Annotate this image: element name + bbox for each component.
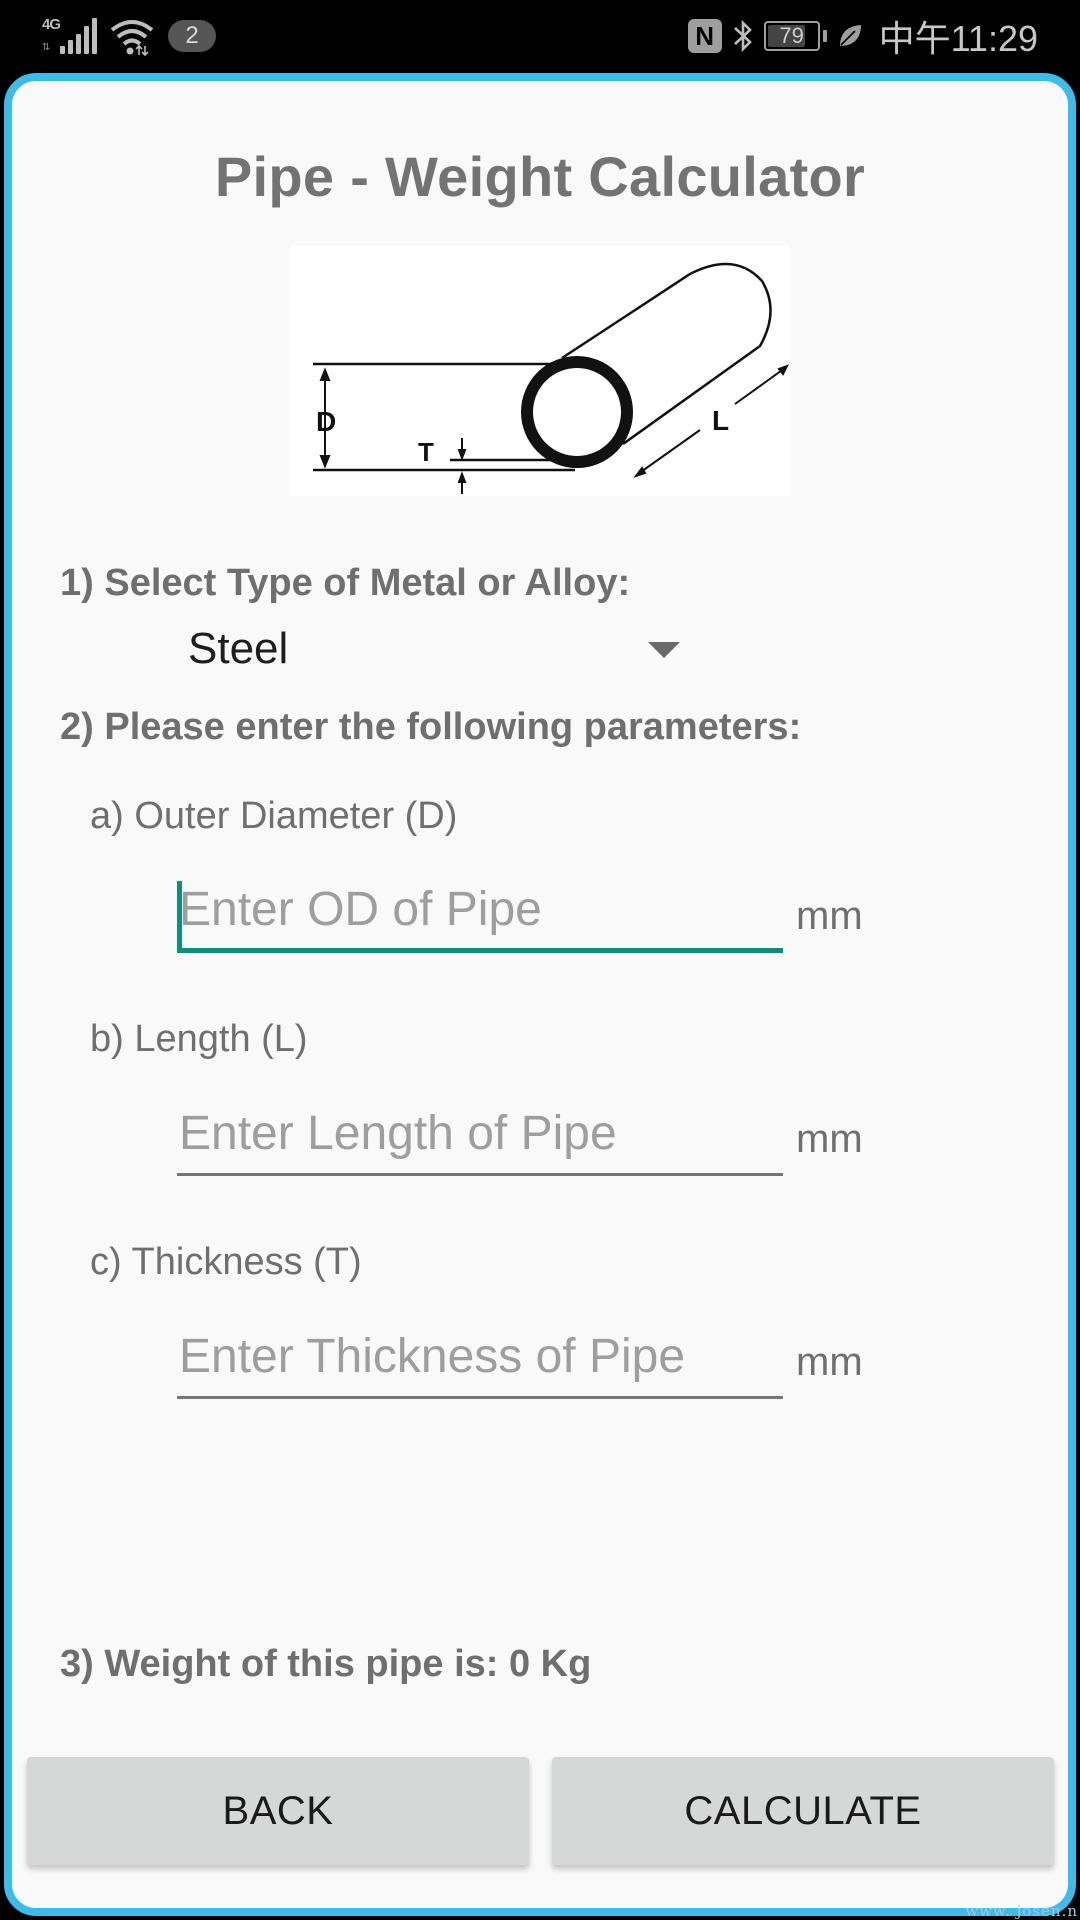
back-button[interactable]: BACK	[27, 1757, 529, 1865]
clock: 中午11:29	[878, 18, 1038, 59]
select-metal-label: 1) Select Type of Metal or Alloy:	[60, 562, 631, 604]
pipe-diagram: D T L	[290, 246, 790, 496]
selected-metal-value: Steel	[188, 624, 289, 673]
dropdown-arrow-icon	[648, 642, 680, 658]
thickness-input[interactable]	[177, 1323, 783, 1396]
watermark: www. josen.n	[965, 1902, 1078, 1920]
length-label: b) Length (L)	[90, 1018, 308, 1060]
bluetooth-icon	[733, 19, 752, 53]
outer-diameter-unit: mm	[796, 894, 863, 938]
data-activity-icon: ⇅	[42, 42, 51, 53]
length-unit: mm	[796, 1117, 863, 1161]
page-title: Pipe - Weight Calculator	[214, 145, 866, 208]
thickness-label: T	[418, 437, 434, 467]
nfc-icon: N	[687, 19, 722, 53]
power-saving-leaf-icon	[839, 25, 861, 46]
metal-type-dropdown[interactable]: Steel	[186, 620, 686, 680]
status-bar: 4G ⇅ 2 N 79 中午11:29	[0, 0, 1080, 72]
length-label: L	[712, 405, 729, 436]
battery-percent: 79	[779, 23, 804, 48]
length-input[interactable]	[177, 1100, 783, 1173]
thickness-unit: mm	[796, 1340, 863, 1384]
signal-bars	[60, 18, 97, 54]
notification-count-badge: 2	[168, 20, 216, 52]
thickness-field[interactable]	[177, 1323, 783, 1399]
outer-diameter-field[interactable]	[177, 877, 783, 953]
weight-result: 3) Weight of this pipe is: 0 Kg	[60, 1643, 592, 1685]
outer-diameter-label: a) Outer Diameter (D)	[90, 795, 458, 837]
pipe-cross-section	[521, 356, 633, 468]
wifi-icon	[110, 20, 154, 56]
outer-diameter-input[interactable]	[177, 877, 783, 948]
network-type-label: 4G	[42, 16, 61, 33]
diameter-label: D	[316, 406, 336, 437]
battery-icon: 79	[763, 21, 827, 51]
signal-4g-icon: 4G ⇅	[40, 16, 97, 56]
length-field[interactable]	[177, 1100, 783, 1176]
parameters-label: 2) Please enter the following parameters…	[60, 706, 802, 748]
thickness-label: c) Thickness (T)	[90, 1241, 362, 1283]
calculate-button[interactable]: CALCULATE	[552, 1757, 1054, 1865]
